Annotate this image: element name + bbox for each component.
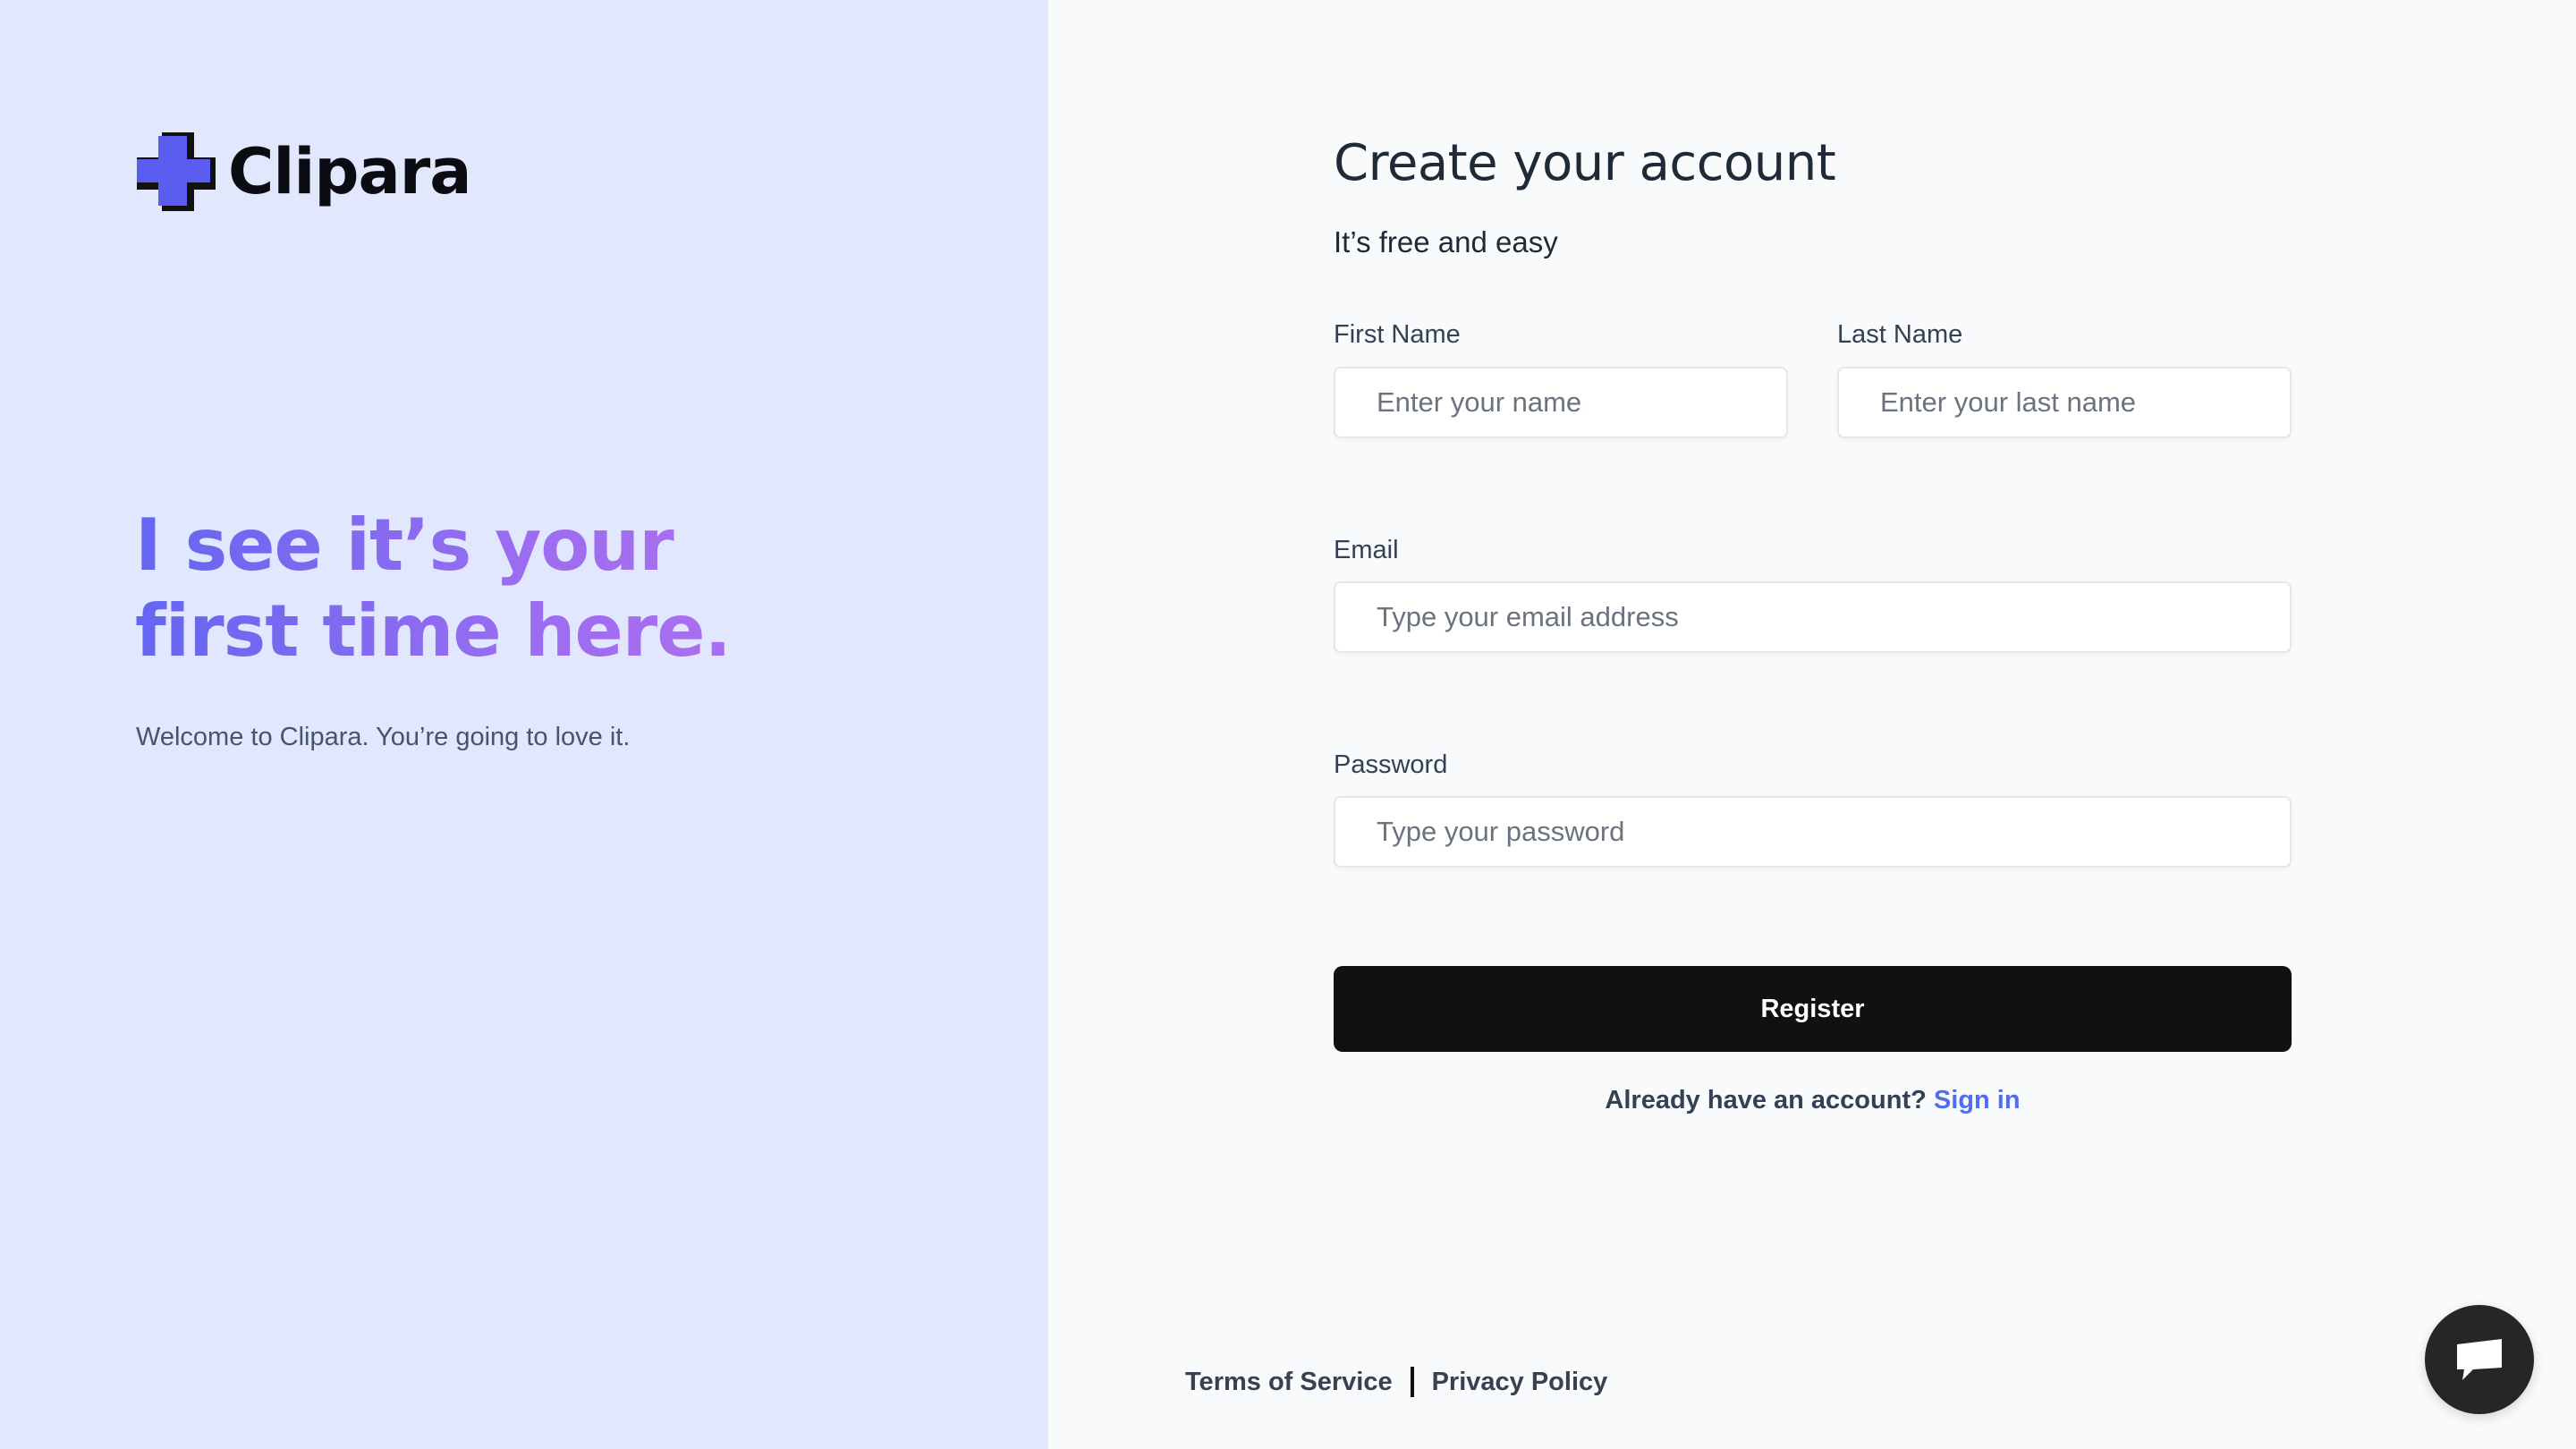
chat-launcher-button[interactable]	[2425, 1305, 2534, 1414]
form-title: Create your account	[1334, 134, 1836, 192]
form-subtitle: It’s free and easy	[1334, 225, 1558, 258]
first-name-label: First Name	[1334, 320, 1461, 349]
email-label: Email	[1334, 536, 1399, 564]
terms-of-service-link[interactable]: Terms of Service	[1185, 1368, 1393, 1397]
brand-panel: Clipara I see it’s your first time here.…	[0, 0, 1048, 1449]
brand-name: Clipara	[228, 135, 471, 208]
hero-subtitle: Welcome to Clipara. You’re going to love…	[136, 723, 631, 751]
first-name-input[interactable]	[1334, 367, 1788, 438]
signin-link[interactable]: Sign in	[1934, 1086, 2021, 1114]
hero-title: I see it’s your first time here.	[135, 503, 851, 674]
privacy-policy-link[interactable]: Privacy Policy	[1432, 1368, 1608, 1397]
chat-bubble-icon	[2457, 1339, 2502, 1380]
last-name-label: Last Name	[1837, 320, 1963, 349]
logo-mark-icon	[137, 132, 216, 211]
last-name-input[interactable]	[1837, 367, 2292, 438]
clipara-logo[interactable]: Clipara	[135, 131, 471, 213]
signin-prompt: Already have an account?	[1605, 1086, 1927, 1114]
password-label: Password	[1334, 750, 1448, 779]
register-button[interactable]: Register	[1334, 966, 2292, 1052]
password-input[interactable]	[1334, 796, 2292, 868]
footer-divider	[1410, 1367, 1414, 1397]
footer-links: Terms of Service Privacy Policy	[1185, 1367, 1607, 1397]
email-input[interactable]	[1334, 581, 2292, 653]
signin-prompt-row: Already have an account? Sign in	[1334, 1086, 2292, 1115]
